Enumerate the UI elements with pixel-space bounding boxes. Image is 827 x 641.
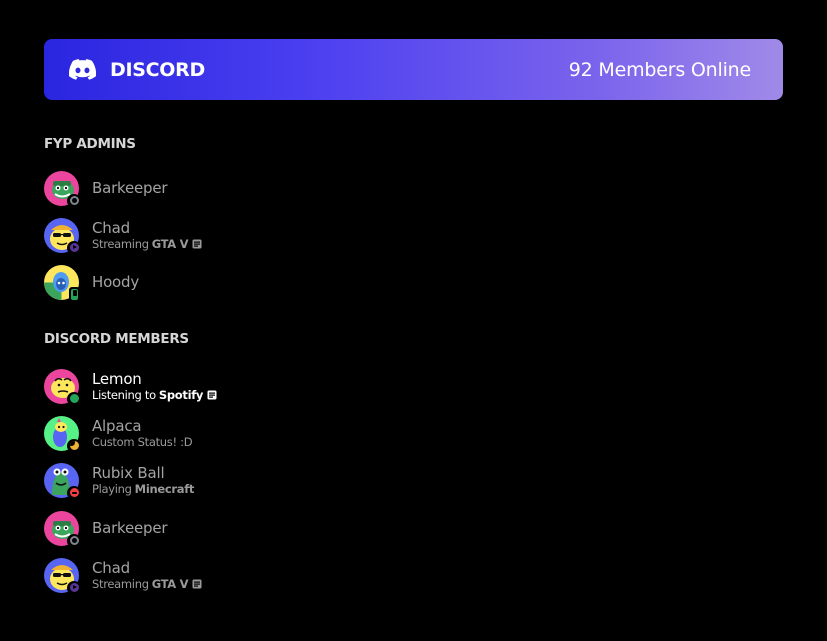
avatar (44, 510, 81, 548)
activity-name: Minecraft (134, 481, 195, 496)
brand: DISCORD (69, 59, 205, 81)
custom-status: Custom Status! :D (92, 434, 193, 449)
member-barkeeper[interactable]: Barkeeper (44, 510, 168, 548)
discord-logo-icon (69, 59, 96, 80)
online-count: 92 Members Online (568, 58, 751, 81)
online-status-icon (67, 391, 81, 406)
member-rubix-ball[interactable]: Rubix Ball Playing Minecraft (44, 462, 194, 500)
member-name: Hoody (92, 273, 140, 291)
activity-prefix: Playing (92, 481, 132, 496)
member-alpaca[interactable]: Alpaca Custom Status! :D (44, 415, 193, 453)
discord-members-widget: DISCORD 92 Members Online FYP ADMINS Bar… (0, 0, 827, 641)
section-title-fyp-admins: FYP ADMINS (44, 136, 136, 152)
offline-status-icon (67, 533, 81, 548)
streaming-status-icon (67, 240, 81, 255)
avatar (44, 415, 81, 453)
member-activity: Streaming GTA V (92, 577, 202, 592)
member-activity: Listening to Spotify (92, 388, 217, 403)
rich-presence-icon[interactable] (192, 579, 202, 589)
avatar (44, 217, 81, 255)
avatar (44, 557, 81, 595)
member-activity: Streaming GTA V (92, 237, 202, 252)
idle-status-icon (67, 438, 81, 453)
dnd-status-icon (67, 485, 81, 500)
rich-presence-icon[interactable] (192, 239, 202, 249)
avatar (44, 170, 81, 208)
avatar (44, 462, 81, 500)
member-name: Chad (92, 558, 130, 577)
widget-header[interactable]: DISCORD 92 Members Online (44, 39, 783, 100)
activity-name: GTA V (151, 576, 189, 591)
member-chad[interactable]: Chad Streaming GTA V (44, 557, 202, 595)
activity-name: Spotify (158, 387, 204, 402)
member-activity: Custom Status! :D (92, 434, 193, 450)
member-name: Barkeeper (92, 519, 168, 537)
mobile-status-icon (69, 286, 80, 302)
member-name: Chad (92, 218, 130, 237)
member-name: Lemon (92, 369, 142, 388)
streaming-status-icon (67, 580, 81, 595)
member-name: Alpaca (92, 416, 142, 435)
member-lemon[interactable]: Lemon Listening to Spotify (44, 368, 217, 406)
member-hoody[interactable]: Hoody (44, 264, 140, 302)
avatar (44, 368, 81, 406)
member-barkeeper[interactable]: Barkeeper (44, 170, 168, 208)
member-name: Rubix Ball (92, 463, 165, 482)
member-chad[interactable]: Chad Streaming GTA V (44, 217, 202, 255)
activity-prefix: Listening to (92, 387, 156, 402)
member-name: Barkeeper (92, 179, 168, 197)
activity-prefix: Streaming (92, 236, 149, 251)
activity-prefix: Streaming (92, 576, 149, 591)
member-activity: Playing Minecraft (92, 482, 194, 497)
avatar (44, 264, 80, 302)
offline-status-icon (67, 193, 81, 208)
section-title-discord-members: DISCORD MEMBERS (44, 331, 189, 347)
activity-name: GTA V (151, 236, 189, 251)
brand-label: DISCORD (110, 58, 205, 81)
rich-presence-icon[interactable] (207, 390, 217, 400)
